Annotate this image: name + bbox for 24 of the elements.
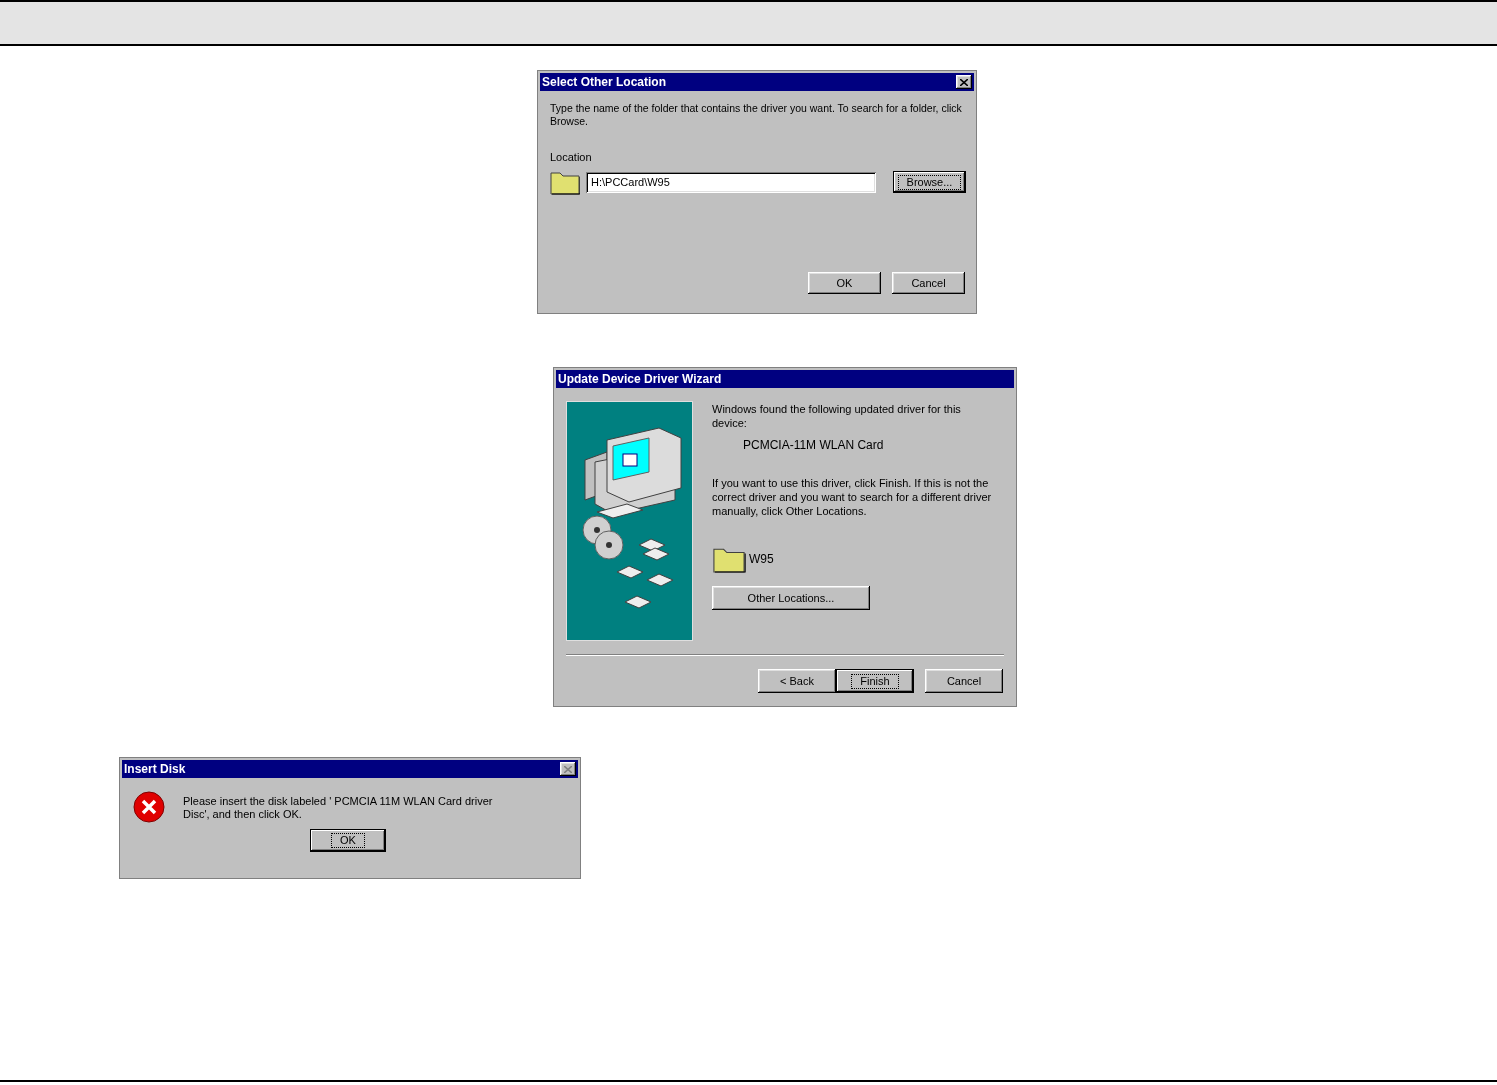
description-text: If you want to use this driver, click Finish. If this is not the correct driver and you want to search for a different driver manually, click Other Locations.	[712, 476, 993, 518]
dialog-button[interactable]: Finish	[836, 669, 914, 693]
window-title: Insert Disk	[124, 762, 186, 776]
location-label: Location	[550, 151, 592, 164]
error-icon	[133, 791, 165, 823]
window-title: Update Device Driver Wizard	[558, 372, 722, 386]
device-name: PCMCIA-11M WLAN Card	[743, 437, 884, 454]
folder-icon	[550, 169, 580, 195]
dialog-button[interactable]: < Back	[758, 669, 836, 693]
close-icon	[960, 78, 968, 86]
dialog-button[interactable]: Cancel	[892, 272, 965, 294]
window-title: Select Other Location	[542, 75, 667, 89]
dialog-button[interactable]: Browse...	[893, 171, 966, 193]
message-text: Please insert the disk labeled ' PCMCIA 11M WLAN Card driver Disc', and then click OK.	[183, 795, 494, 822]
folder-name: W95	[749, 551, 774, 568]
location-field[interactable]: H:\PCCard\W95	[586, 171, 876, 193]
close-button[interactable]	[956, 75, 972, 89]
instruction-text: Type the name of the folder that contains the driver you want. To search for a folder, click Browse.	[550, 102, 963, 128]
close-icon	[564, 765, 572, 773]
dialog-button[interactable]: Other Locations...	[712, 586, 870, 610]
dialog-button[interactable]: OK	[310, 829, 386, 852]
dialog-button[interactable]: Cancel	[925, 669, 1003, 693]
dialog-button[interactable]: OK	[808, 272, 881, 294]
description-text: Windows found the following updated driver for this device:	[712, 402, 962, 430]
